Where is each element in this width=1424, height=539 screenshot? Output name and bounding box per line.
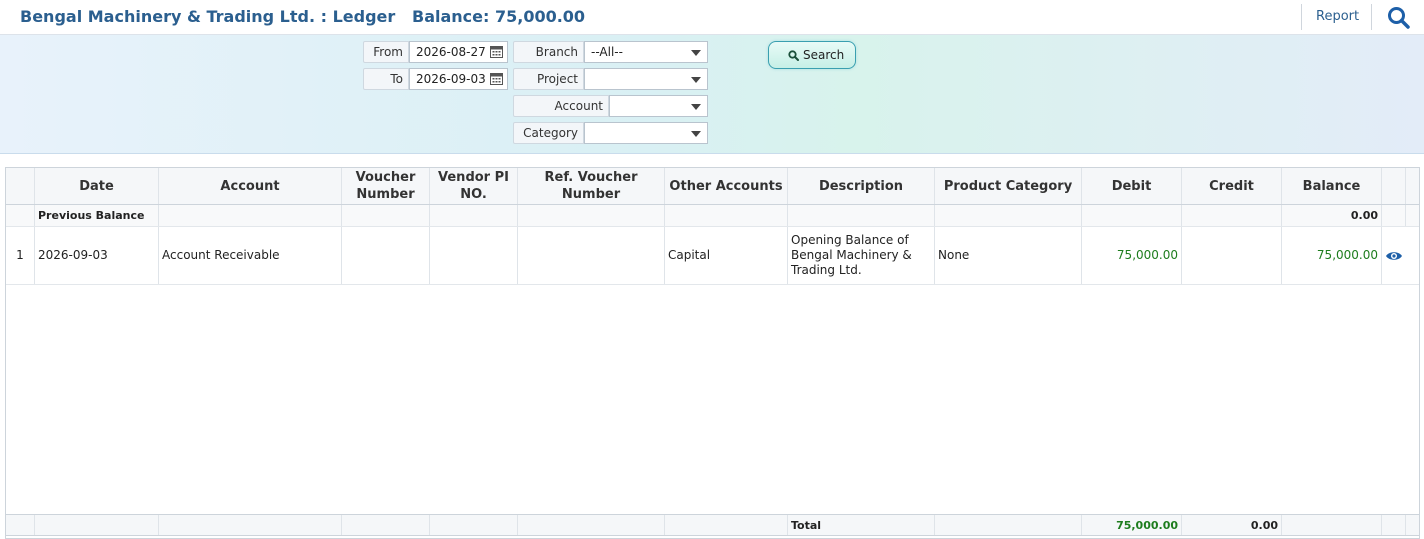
row-date: 2026-09-03 [35,227,159,284]
search-icon[interactable] [1386,5,1412,31]
row-index: 1 [6,227,35,284]
previous-balance-row: Previous Balance 0.00 [6,205,1419,227]
page-title: Bengal Machinery & Trading Ltd. : Ledger [20,7,396,26]
table-header-row: Date Account Voucher Number Vendor PI NO… [6,168,1419,205]
index-header [6,168,35,204]
total-debit: 75,000.00 [1082,515,1182,535]
column-header-other-accounts[interactable]: Other Accounts [665,168,788,204]
column-header-debit[interactable]: Debit [1082,168,1182,204]
column-header-description[interactable]: Description [788,168,935,204]
from-label: From [363,41,409,63]
row-vendor-pi-no [430,227,518,284]
category-select[interactable] [584,122,708,144]
previous-balance-label: Previous Balance [35,205,159,226]
branch-label: Branch [513,41,584,63]
column-header-balance[interactable]: Balance [1282,168,1382,204]
header-divider [1371,4,1372,30]
column-header-vendor-pi-no[interactable]: Vendor PI NO. [430,168,518,204]
row-balance: 75,000.00 [1282,227,1382,284]
calendar-icon[interactable] [490,72,503,85]
row-product-category: None [935,227,1082,284]
row-action-cell [1382,227,1406,284]
ledger-table: Date Account Voucher Number Vendor PI NO… [5,167,1420,539]
category-label: Category [513,122,584,144]
column-header-voucher-number[interactable]: Voucher Number [342,168,430,204]
search-button[interactable]: Search [768,41,856,69]
to-label: To [363,68,409,90]
row-credit [1182,227,1282,284]
report-link[interactable]: Report [1316,9,1359,24]
search-icon [788,50,799,61]
to-date-value: 2026-09-03 [416,72,486,86]
branch-value: --All-- [591,45,623,59]
calendar-icon[interactable] [490,45,503,58]
column-header-product-category[interactable]: Product Category [935,168,1082,204]
filter-panel: From 2026-08-27 To 2026-09-03 Branch --A… [0,35,1424,154]
page-header: Bengal Machinery & Trading Ltd. : Ledger… [0,0,1424,35]
column-header-credit[interactable]: Credit [1182,168,1282,204]
total-credit: 0.00 [1182,515,1282,535]
from-date-input[interactable]: 2026-08-27 [409,41,508,63]
row-ref-voucher-number [518,227,665,284]
branch-select[interactable]: --All-- [584,41,708,63]
chevron-down-icon [691,104,701,110]
project-label: Project [513,68,584,90]
from-date-value: 2026-08-27 [416,45,486,59]
header-divider [1301,4,1302,30]
row-account: Account Receivable [159,227,342,284]
project-select[interactable] [584,68,708,90]
chevron-down-icon [691,50,701,56]
table-row[interactable]: 1 2026-09-03 Account Receivable Capital … [6,227,1419,285]
row-other-accounts: Capital [665,227,788,284]
row-voucher-number [342,227,430,284]
to-date-input[interactable]: 2026-09-03 [409,68,508,90]
action-header [1382,168,1406,204]
column-header-ref-voucher-number[interactable]: Ref. Voucher Number [518,168,665,204]
eye-icon[interactable] [1385,250,1403,262]
account-label: Account [513,95,609,117]
total-row: Total 75,000.00 0.00 [6,514,1419,536]
account-select[interactable] [609,95,708,117]
balance-display: Balance: 75,000.00 [412,7,586,26]
chevron-down-icon [691,77,701,83]
previous-balance-value: 0.00 [1282,205,1382,226]
search-button-label: Search [803,48,845,62]
column-header-date[interactable]: Date [35,168,159,204]
chevron-down-icon [691,131,701,137]
column-header-account[interactable]: Account [159,168,342,204]
row-debit: 75,000.00 [1082,227,1182,284]
row-description: Opening Balance of Bengal Machinery & Tr… [788,227,935,284]
total-label: Total [788,515,935,535]
